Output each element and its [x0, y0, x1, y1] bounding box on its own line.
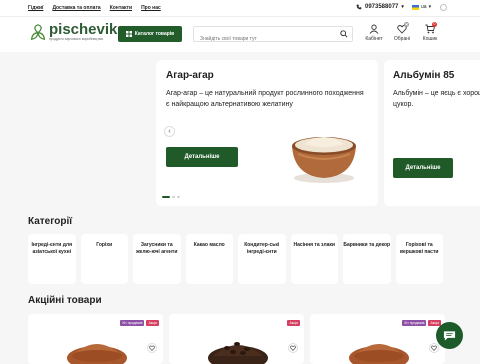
- top-link-delivery[interactable]: Доставка та оплата: [52, 5, 100, 11]
- chevron-down-icon: ▾: [401, 4, 404, 10]
- cart-label: Кошик: [422, 36, 438, 42]
- hero-details-button[interactable]: Детальніше: [166, 147, 238, 167]
- catalog-label: Каталог товарів: [134, 31, 175, 37]
- add-to-favorites-button[interactable]: [147, 343, 157, 353]
- product-badges: Хіт продажів Акція: [402, 320, 441, 326]
- category-card[interactable]: Насіння та злаки: [290, 234, 338, 284]
- hero-details-button-2[interactable]: Детальніше: [393, 158, 453, 178]
- hero-title: Агар-агар: [166, 70, 214, 81]
- category-card[interactable]: Барвники та декор: [343, 234, 391, 284]
- top-links: Гіджиї Доставка та оплата Контакти Про н…: [28, 5, 161, 11]
- language-code: ua: [421, 4, 427, 10]
- hero-slide-agar: Агар-агар Агар-агар – це натуральний про…: [156, 60, 378, 206]
- category-card[interactable]: Загусники та желю-ючі агенти: [133, 234, 181, 284]
- sale-title: Акційні товари: [28, 295, 102, 306]
- heart-icon: [290, 345, 296, 351]
- cocoa-powder-bowl-image: [67, 344, 127, 364]
- account-button[interactable]: Кабінет: [362, 24, 386, 42]
- sale-badge: Акція: [146, 320, 159, 326]
- top-link-contacts[interactable]: Контакти: [110, 5, 132, 11]
- add-to-favorites-button[interactable]: [429, 343, 439, 353]
- logo-name: pischevik: [49, 21, 118, 38]
- cart-button[interactable]: 0 Кошик: [418, 22, 442, 42]
- leaf-logo-icon: [30, 24, 46, 40]
- hero-text-2: Альбумін – це яєць є хорошим цукор.: [393, 90, 480, 108]
- slider-dot[interactable]: [172, 196, 175, 198]
- search-icon[interactable]: [340, 30, 348, 38]
- cocoa-powder-bowl-image: [349, 344, 409, 364]
- logo[interactable]: pischevik продукти харчового виробництва: [30, 21, 118, 41]
- bestseller-badge: Хіт продажів: [120, 320, 145, 326]
- slider-dots: [162, 196, 180, 198]
- catalog-button[interactable]: Каталог товарів: [118, 26, 182, 42]
- grid-icon: [125, 31, 132, 37]
- add-to-favorites-button[interactable]: [288, 343, 298, 353]
- chevron-down-icon: ▾: [428, 4, 432, 10]
- favorites-count: 0: [404, 22, 409, 27]
- slider-dot[interactable]: [177, 196, 180, 198]
- categories-title: Категорії: [28, 216, 73, 227]
- product-card[interactable]: Хіт продажів Акція: [28, 314, 163, 364]
- flag-icon: [412, 4, 419, 10]
- phone-number: 0973588077: [365, 4, 399, 10]
- hero-title-2: Альбумін 85: [393, 70, 455, 81]
- search-input[interactable]: [200, 32, 330, 46]
- product-card[interactable]: Акція: [169, 314, 304, 364]
- search-box: [193, 26, 353, 46]
- favorites-label: Обрані: [393, 36, 411, 42]
- favorites-button[interactable]: 0 Обрані: [390, 22, 414, 42]
- phone-icon: [356, 4, 362, 10]
- category-card[interactable]: Горіхи: [80, 234, 128, 284]
- phone-link[interactable]: 0973588077 ▾: [356, 4, 404, 10]
- category-list: Інгреді-єнти для азіатської кухні Горіхи…: [28, 234, 443, 284]
- heart-icon: [431, 345, 437, 351]
- account-label: Кабінет: [365, 36, 383, 42]
- bestseller-badge: Хіт продажів: [402, 320, 427, 326]
- cart-count: 0: [432, 22, 437, 27]
- coffee-beans-bowl-image: [208, 342, 268, 364]
- chat-icon: [443, 330, 456, 341]
- theme-toggle-icon[interactable]: [440, 4, 447, 11]
- category-card[interactable]: Кондитер-ські інгреді-єнти: [238, 234, 286, 284]
- top-bar: Гіджиї Доставка та оплата Контакти Про н…: [0, 0, 480, 16]
- heart-icon: [149, 345, 155, 351]
- hero-slide-albumin: Альбумін 85 Альбумін – це яєць є хорошим…: [384, 60, 480, 206]
- sale-product-list: Хіт продажів Акція Акція Хіт продажів Ак…: [28, 314, 445, 364]
- slider-dot-active[interactable]: [162, 196, 170, 198]
- agar-powder-bowl-image: [292, 137, 356, 183]
- top-link-about[interactable]: Про нас: [141, 5, 161, 11]
- product-card[interactable]: Хіт продажів Акція: [310, 314, 445, 364]
- hero-prev-arrow[interactable]: ‹: [164, 126, 175, 137]
- category-card[interactable]: Горіхові та вершкові пасти: [395, 234, 443, 284]
- category-card[interactable]: Інгреді-єнти для азіатської кухні: [28, 234, 76, 284]
- top-link-faq[interactable]: Гіджиї: [28, 5, 43, 11]
- user-icon: [369, 24, 379, 34]
- product-badges: Хіт продажів Акція: [120, 320, 159, 326]
- hero-text: Агар-агар – це натуральний продукт росли…: [166, 90, 364, 108]
- header: pischevik продукти харчового виробництва…: [0, 16, 480, 52]
- sale-badge: Акція: [287, 320, 300, 326]
- category-card[interactable]: Какао масло: [185, 234, 233, 284]
- chat-button[interactable]: [436, 322, 463, 349]
- product-badges: Акція: [287, 320, 300, 326]
- language-switcher[interactable]: ua ▾: [412, 4, 431, 10]
